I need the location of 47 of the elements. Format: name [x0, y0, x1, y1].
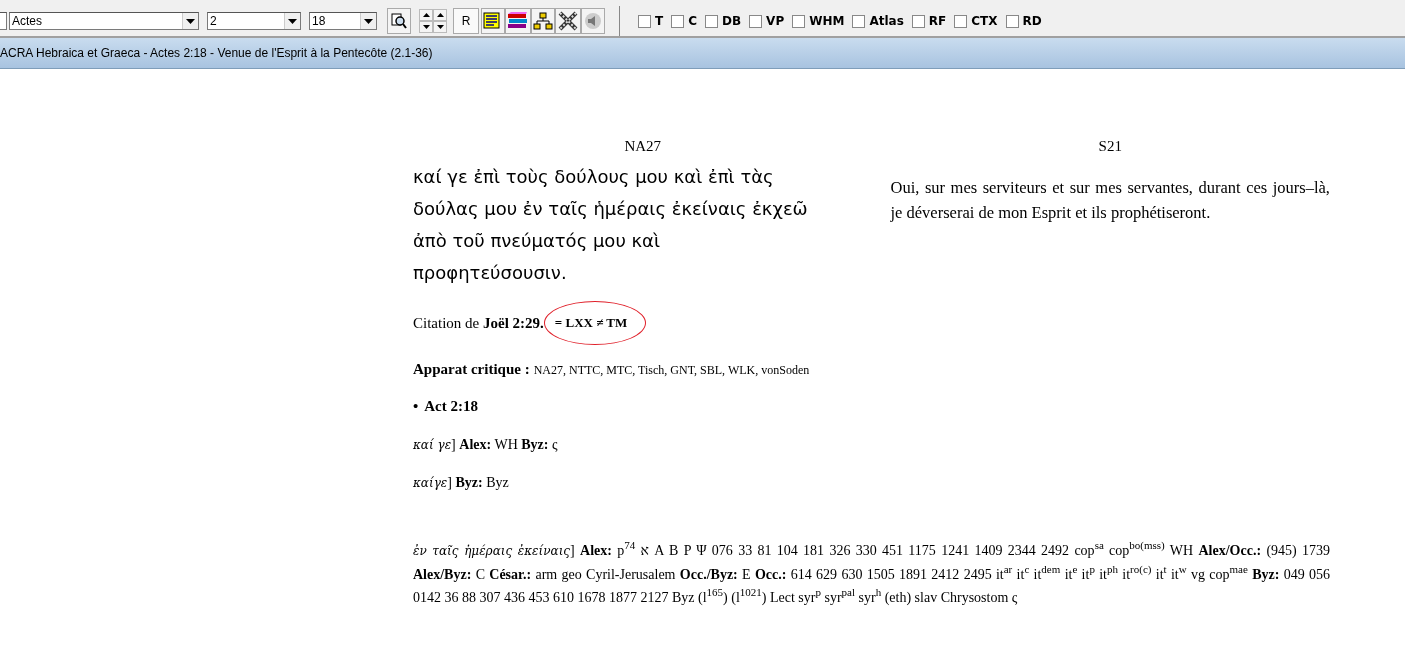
caret-icon — [360, 13, 376, 29]
dropdown[interactable]: 18 — [309, 12, 377, 30]
down-arrow-button[interactable] — [433, 21, 447, 33]
apparatus-sources: NA27, NTTC, MTC, Tisch, GNT, SBL, WLK, vonSoden — [533, 363, 810, 377]
caret-icon — [182, 13, 198, 29]
column-header: S21 — [1097, 138, 1123, 155]
checkbox-label: T — [655, 14, 664, 28]
apparatus-heading: Apparat critique : — [413, 361, 530, 377]
translation-text: Oui, sur mes serviteurs et sur mes servantes, durant ces jours–là, je déverserai de mon Esprit et ils prophétiseront. — [890, 177, 1330, 224]
checkbox-label: VP — [766, 14, 785, 28]
checkbox[interactable] — [638, 14, 651, 28]
checkbox[interactable] — [1005, 14, 1019, 28]
speaker-icon[interactable] — [581, 8, 605, 34]
verse-reference: Act 2:18 — [424, 398, 478, 415]
checkbox[interactable] — [705, 14, 718, 28]
bullet-icon: • — [413, 398, 419, 415]
checkbox-label: Atlas — [869, 14, 904, 28]
checkbox[interactable] — [911, 14, 925, 28]
checkbox-label: DB — [722, 14, 742, 28]
checkbox[interactable] — [792, 14, 806, 28]
checkbox[interactable] — [671, 14, 685, 28]
caret-icon — [284, 13, 300, 29]
reference-button[interactable]: R — [453, 8, 479, 34]
books-icon[interactable] — [505, 8, 531, 34]
up-arrow-button[interactable] — [419, 9, 433, 21]
down-arrow-button[interactable] — [419, 21, 433, 33]
checkbox-label: RF — [928, 14, 947, 28]
network-icon[interactable] — [531, 8, 555, 34]
checkbox[interactable] — [852, 14, 866, 28]
search-button[interactable] — [387, 8, 411, 34]
checkbox[interactable] — [954, 14, 968, 28]
checkbox-label: CTX — [971, 14, 998, 28]
column-header: NA27 — [623, 138, 663, 155]
variant-entry: καί γε] Alex: WH Byz: ς — [413, 437, 559, 453]
checkbox-label: RD — [1022, 14, 1042, 28]
dropdown[interactable]: Actes — [9, 12, 199, 30]
text-window-icon[interactable] — [481, 8, 505, 34]
window-title: ACRA Hebraica et Graeca - Actes 2:18 - Venue de l'Esprit à la Pentecôte (2.1-36) — [0, 46, 433, 60]
checkbox-label: WHM — [809, 14, 845, 28]
greek-verse-text: καί γε ἐπὶ τοὺς δούλους μου καὶ ἐπὶ τὰς δούλας μου ἐν ταῖς ἡμέραις ἐκείναις ἐκχεῶ ἀπὸ τοῦ πνεύματός μου καὶ προφητεύσουσιν. — [413, 165, 809, 285]
checkbox[interactable] — [749, 14, 763, 28]
dropdown[interactable]: 2 — [207, 12, 301, 30]
checkbox-label: C — [688, 14, 697, 28]
up-arrow-button[interactable] — [433, 9, 447, 21]
variant-entry: καίγε] Byz: Byz — [413, 475, 510, 491]
citation-text: Citation de Joël 2:29. — [413, 314, 544, 332]
tools-icon[interactable] — [555, 8, 581, 34]
